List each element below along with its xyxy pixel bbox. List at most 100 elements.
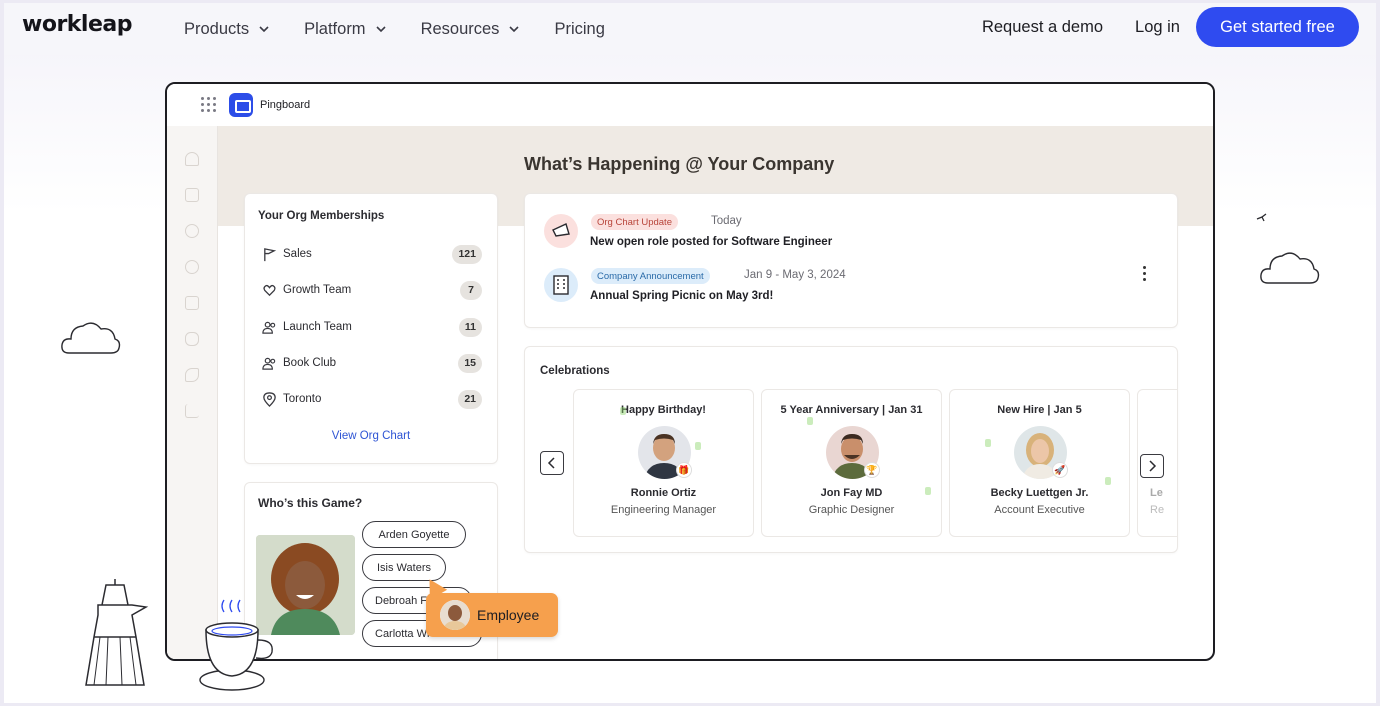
membership-item-sales[interactable]: Sales 121 [262, 243, 482, 265]
membership-count: 11 [458, 317, 482, 337]
cloud-icon [61, 322, 121, 354]
announcement-text: New open role posted for Software Engine… [590, 236, 833, 248]
target-icon[interactable] [185, 260, 199, 274]
memberships-title: Your Org Memberships [258, 210, 385, 222]
nav-pricing-label: Pricing [554, 19, 605, 38]
celebration-name: Ronnie Ortiz [630, 487, 697, 499]
announcement-text: Annual Spring Picnic on May 3rd! [590, 290, 774, 302]
nav-resources-label: Resources [420, 19, 500, 38]
announcement-tag: Org Chart Update [591, 214, 678, 230]
confetti [1105, 477, 1111, 485]
confetti [925, 487, 931, 495]
membership-label: Sales [283, 248, 312, 260]
celebration-title: 5 Year Anniversary | Jan 31 [780, 404, 923, 416]
game-option-arden-goyette[interactable]: Arden Goyette [362, 521, 466, 548]
org-memberships-card: Your Org Memberships Sales 121 Growth Te… [244, 193, 498, 464]
celebration-role: Engineering Manager [610, 504, 717, 516]
announcement-item[interactable]: Org Chart Update Today New open role pos… [544, 214, 1124, 258]
nav-actions: Request a demo Log in Get started free [982, 5, 1359, 49]
app-name: Pingboard [260, 99, 311, 111]
get-started-button[interactable]: Get started free [1196, 7, 1359, 47]
confetti [695, 442, 701, 450]
confetti [807, 417, 813, 425]
membership-count: 7 [460, 280, 482, 300]
bird-icon [1256, 213, 1267, 222]
nav-products[interactable]: Products [184, 20, 270, 39]
announcement-tag: Company Announcement [591, 268, 710, 284]
celebration-name: Becky Luettgen Jr. [990, 487, 1089, 499]
celebration-card-anniversary[interactable]: 5 Year Anniversary | Jan 31 🏆 Jon Fay MD… [761, 389, 942, 537]
login-link[interactable]: Log in [1135, 18, 1180, 37]
game-title: Who’s this Game? [258, 496, 363, 510]
celebration-card-new-hire[interactable]: New Hire | Jan 5 🚀 Becky Luettgen Jr. Ac… [949, 389, 1130, 537]
megaphone-icon [544, 214, 578, 248]
calendar-icon[interactable] [185, 296, 199, 310]
membership-item-growth-team[interactable]: Growth Team 7 [262, 279, 482, 301]
workleap-logo[interactable]: workleap [22, 12, 132, 37]
page-headline: What’s Happening @ Your Company [524, 154, 835, 174]
membership-item-toronto[interactable]: Toronto 21 [262, 388, 482, 410]
coffee-pot-icon [85, 579, 149, 686]
sparkle-icon[interactable] [185, 332, 199, 346]
app-header: Pingboard [167, 84, 1213, 126]
request-demo-link[interactable]: Request a demo [982, 18, 1103, 37]
chevron-down-icon [509, 26, 520, 33]
celebration-title: Happy Birthday! [621, 404, 706, 416]
users-icon [262, 321, 276, 334]
celebration-role: Re [1150, 504, 1165, 516]
chat-icon[interactable] [185, 224, 199, 238]
carousel-next-button[interactable] [1140, 454, 1164, 478]
page-stage: workleap Products Platform Resources Pri… [4, 3, 1376, 703]
nav-platform-label: Platform [304, 19, 366, 38]
celebration-card-birthday[interactable]: Happy Birthday! 🎁 Ronnie Ortiz Engineeri… [573, 389, 754, 537]
employee-tooltip-label: Employee [477, 607, 540, 623]
membership-item-book-club[interactable]: Book Club 15 [262, 352, 482, 374]
app-sidebar [167, 126, 218, 659]
rocket-icon: 🚀 [1052, 462, 1068, 478]
document-icon[interactable] [185, 188, 199, 202]
nav-resources[interactable]: Resources [421, 20, 521, 39]
celebration-name: Jon Fay MD [820, 487, 883, 499]
announcement-item[interactable]: Company Announcement Jan 9 - May 3, 2024… [544, 268, 1124, 312]
chevron-right-icon [1149, 460, 1157, 472]
employee-tooltip: Employee [426, 593, 558, 637]
analytics-icon[interactable] [185, 404, 199, 418]
pingboard-logo-icon [229, 93, 253, 117]
membership-item-launch-team[interactable]: Launch Team 11 [262, 316, 482, 338]
celebration-role: Graphic Designer [808, 504, 895, 516]
employee-avatar [440, 600, 470, 630]
chevron-down-icon [375, 26, 386, 33]
celebration-role: Account Executive [994, 504, 1085, 516]
announcement-date: Jan 9 - May 3, 2024 [744, 269, 846, 281]
carousel-prev-button[interactable] [540, 451, 564, 475]
confetti [620, 407, 626, 415]
view-org-chart-link[interactable]: View Org Chart [245, 430, 497, 442]
celebrations-card: Celebrations Happy Birthday! 🎁 Ronnie Or… [524, 346, 1178, 553]
chevron-down-icon [259, 26, 269, 33]
confetti [985, 439, 991, 447]
app-grid-icon[interactable] [201, 97, 217, 113]
membership-label: Launch Team [283, 321, 352, 333]
membership-label: Growth Team [283, 284, 352, 296]
gift-icon: 🎁 [676, 462, 692, 478]
membership-label: Book Club [283, 357, 337, 369]
announcements-card: Org Chart Update Today New open role pos… [524, 193, 1178, 328]
more-options-icon[interactable] [1143, 266, 1147, 282]
location-pin-icon [263, 391, 276, 407]
nav-links: Products Platform Resources Pricing [184, 3, 605, 55]
celebration-name: Le [1150, 487, 1163, 499]
trophy-icon: 🏆 [864, 462, 880, 478]
rocket-icon[interactable] [185, 368, 199, 382]
nav-pricing[interactable]: Pricing [554, 20, 604, 39]
celebrations-title: Celebrations [540, 365, 610, 377]
building-icon [544, 268, 578, 302]
flag-icon [264, 247, 277, 261]
home-icon[interactable] [185, 152, 199, 166]
hearts-icon [263, 284, 276, 296]
celebration-title: New Hire | Jan 5 [997, 404, 1082, 416]
membership-count: 121 [452, 244, 482, 264]
top-navigation: workleap Products Platform Resources Pri… [4, 3, 1376, 55]
membership-count: 21 [458, 389, 482, 409]
app-preview-window: Pingboard What’s Happening @ Your Compan… [165, 82, 1215, 661]
nav-platform[interactable]: Platform [304, 20, 386, 39]
